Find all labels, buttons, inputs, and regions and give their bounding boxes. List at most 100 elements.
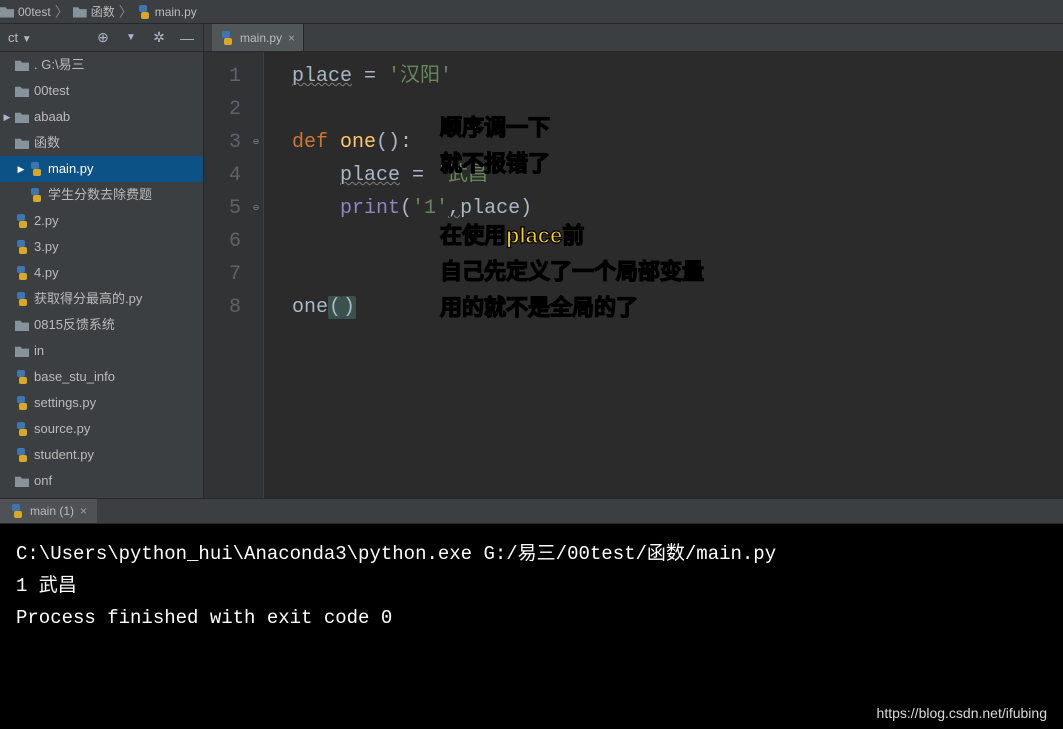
folder-icon bbox=[14, 475, 30, 487]
run-tabbar: main (1) × bbox=[0, 498, 1063, 524]
chevron-down-icon[interactable]: ▼ bbox=[123, 30, 139, 46]
annotation-line: 就不报错了 bbox=[440, 146, 704, 182]
line-number: 1 bbox=[204, 60, 263, 93]
tab-label: main (1) bbox=[30, 504, 74, 518]
line-number: 3⊖ bbox=[204, 126, 263, 159]
python-icon bbox=[14, 422, 30, 436]
chevron-right-icon: 〉 bbox=[55, 2, 69, 22]
tree-item-label: 获取得分最高的.py bbox=[34, 286, 142, 312]
tree-3py[interactable]: 3.py bbox=[0, 234, 203, 260]
line-number: 8 bbox=[204, 291, 263, 324]
console-line: 1 武昌 bbox=[16, 570, 1047, 602]
tree-item-label: 函数 bbox=[34, 130, 60, 156]
close-icon[interactable]: × bbox=[288, 31, 295, 45]
tree-item-label: base_stu_info bbox=[34, 364, 115, 390]
python-icon bbox=[28, 188, 44, 202]
fold-icon[interactable]: ⊖ bbox=[253, 126, 259, 159]
python-icon bbox=[14, 396, 30, 410]
tree-xuesheng[interactable]: 学生分数去除费题 bbox=[0, 182, 203, 208]
python-icon bbox=[28, 162, 44, 176]
tab-label: main.py bbox=[240, 31, 282, 45]
sidebar-toolbar: ct ▼ ⊕ ▼ ✲ — bbox=[0, 24, 203, 52]
tree-2py[interactable]: 2.py bbox=[0, 208, 203, 234]
breadcrumb-label: 00test bbox=[18, 5, 51, 19]
annotation-line: 自己先定义了一个局部变量 bbox=[440, 254, 704, 290]
tree-item-label: student.py bbox=[34, 442, 94, 468]
python-icon bbox=[220, 31, 234, 45]
python-icon bbox=[14, 370, 30, 384]
minimize-icon[interactable]: — bbox=[179, 30, 195, 46]
annotation-line: 在使用place前 bbox=[440, 218, 704, 254]
fold-icon[interactable]: ⊖ bbox=[253, 192, 259, 225]
watermark: https://blog.csdn.net/ifubing bbox=[877, 705, 1047, 721]
folder-icon bbox=[73, 6, 87, 18]
tree-item-label: 00test bbox=[34, 78, 69, 104]
chevron-down-icon: ▼ bbox=[22, 34, 32, 45]
python-icon bbox=[14, 266, 30, 280]
tree-item-label: settings.py bbox=[34, 390, 96, 416]
breadcrumb-label: 函数 bbox=[91, 3, 115, 20]
tree-item-label: abaab bbox=[34, 104, 70, 130]
locate-icon[interactable]: ⊕ bbox=[95, 30, 111, 46]
run-tab-main[interactable]: main (1) × bbox=[0, 499, 97, 523]
tree-in[interactable]: in bbox=[0, 338, 203, 364]
breadcrumb-label: main.py bbox=[155, 5, 197, 19]
project-sidebar: ct ▼ ⊕ ▼ ✲ — . G:\易三00test ▶ abaab函数 ▶ main.… bbox=[0, 24, 204, 498]
folder-icon bbox=[14, 111, 30, 123]
line-number: 6 bbox=[204, 225, 263, 258]
tree-00test[interactable]: 00test bbox=[0, 78, 203, 104]
tree-item-label: 4.py bbox=[34, 260, 59, 286]
editor-tab-main[interactable]: main.py × bbox=[212, 24, 304, 51]
tree-settings[interactable]: settings.py bbox=[0, 390, 203, 416]
tree-item-label: . G:\易三 bbox=[34, 52, 85, 78]
annotation-line: 用的就不是全局的了 bbox=[440, 290, 704, 326]
tree-main-py[interactable]: ▶ main.py bbox=[0, 156, 203, 182]
tree-item-label: 2.py bbox=[34, 208, 59, 234]
tree-item-label: in bbox=[34, 338, 44, 364]
line-number: 5⊖ bbox=[204, 192, 263, 225]
tree-item-label: source.py bbox=[34, 416, 90, 442]
tree-base[interactable]: base_stu_info bbox=[0, 364, 203, 390]
tree-0815[interactable]: 0815反馈系统 bbox=[0, 312, 203, 338]
breadcrumb-item-00test[interactable]: 00test bbox=[0, 5, 51, 19]
tree-expand-icon[interactable]: ▶ bbox=[16, 156, 26, 182]
breadcrumb-item-main[interactable]: main.py bbox=[137, 5, 197, 19]
tree-source[interactable]: source.py bbox=[0, 416, 203, 442]
python-icon bbox=[10, 504, 24, 518]
tree-hanshu[interactable]: 函数 bbox=[0, 130, 203, 156]
tree-item-label: 0815反馈系统 bbox=[34, 312, 115, 338]
project-dropdown[interactable]: ct ▼ bbox=[8, 30, 32, 45]
gutter: 1 2 3⊖ 4 5⊖ 6 7 8 bbox=[204, 52, 264, 498]
tree-huoqu[interactable]: 获取得分最高的.py bbox=[0, 286, 203, 312]
tree-onf[interactable]: onf bbox=[0, 468, 203, 494]
editor-tabbar: main.py × bbox=[204, 24, 1063, 52]
run-console[interactable]: C:\Users\python_hui\Anaconda3\python.exe… bbox=[0, 524, 1063, 729]
tree-student[interactable]: student.py bbox=[0, 442, 203, 468]
python-icon bbox=[14, 214, 30, 228]
python-icon bbox=[14, 292, 30, 306]
gear-icon[interactable]: ✲ bbox=[151, 30, 167, 46]
project-tree: . G:\易三00test ▶ abaab函数 ▶ main.py学生分数去除费题2.p… bbox=[0, 52, 203, 498]
tree-abaab[interactable]: ▶ abaab bbox=[0, 104, 203, 130]
breadcrumb: 00test 〉 函数 〉 main.py bbox=[0, 0, 1063, 24]
python-icon bbox=[137, 5, 151, 19]
line-number: 7 bbox=[204, 258, 263, 291]
tree-item-label: 学生分数去除费题 bbox=[48, 182, 152, 208]
folder-icon bbox=[14, 319, 30, 331]
tree-root[interactable]: . G:\易三 bbox=[0, 52, 203, 78]
folder-icon bbox=[14, 85, 30, 97]
tree-item-label: 3.py bbox=[34, 234, 59, 260]
folder-icon bbox=[14, 59, 30, 71]
close-icon[interactable]: × bbox=[80, 504, 87, 518]
tree-expand-icon[interactable]: ▶ bbox=[2, 104, 12, 130]
line-number: 2 bbox=[204, 93, 263, 126]
tree-4py[interactable]: 4.py bbox=[0, 260, 203, 286]
annotation-line: 顺序调一下 bbox=[440, 110, 704, 146]
tree-item-label: onf bbox=[34, 468, 52, 494]
breadcrumb-item-hanshu[interactable]: 函数 bbox=[73, 3, 115, 20]
tree-item-label: main.py bbox=[48, 156, 94, 182]
folder-icon bbox=[14, 345, 30, 357]
console-line: C:\Users\python_hui\Anaconda3\python.exe… bbox=[16, 538, 1047, 570]
annotation-overlay: 顺序调一下 就不报错了 在使用place前 自己先定义了一个局部变量 用的就不是… bbox=[440, 110, 704, 326]
python-icon bbox=[14, 240, 30, 254]
